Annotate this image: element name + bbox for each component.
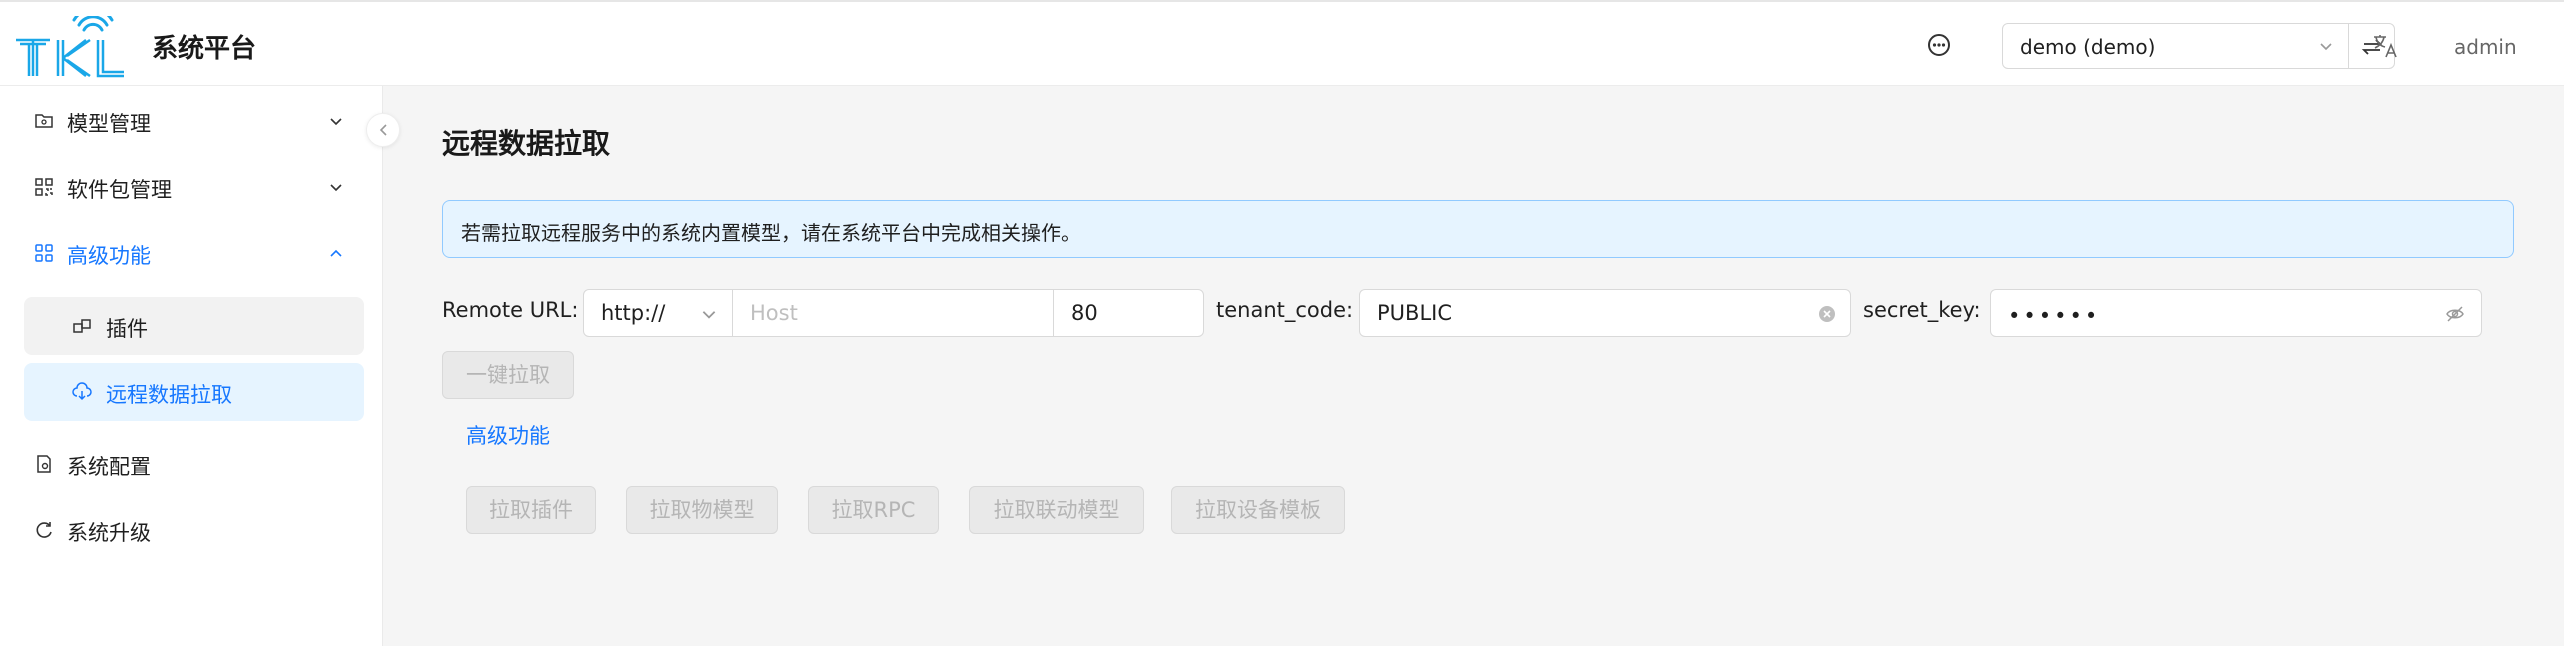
chevron-down-icon [330, 118, 342, 126]
clear-icon[interactable] [1818, 305, 1836, 323]
sidebar-subitem-remote-pull[interactable]: 远程数据拉取 [24, 363, 364, 421]
host-placeholder: Host [750, 301, 798, 325]
main-content: 远程数据拉取 若需拉取远程服务中的系统内置模型，请在系统平台中完成相关操作。 R… [384, 86, 2564, 646]
secret-key-input[interactable]: •••••• [1990, 289, 2482, 337]
grid-icon [35, 178, 53, 196]
pull-plugins-button[interactable]: 拉取插件 [466, 486, 596, 534]
alert-text: 若需拉取远程服务中的系统内置模型，请在系统平台中完成相关操作。 [461, 221, 1081, 245]
sidebar-subitem-plugin[interactable]: 插件 [24, 297, 364, 355]
sidebar-subitem-label: 远程数据拉取 [106, 383, 232, 407]
apps-icon [35, 244, 53, 262]
info-alert: 若需拉取远程服务中的系统内置模型，请在系统平台中完成相关操作。 [442, 200, 2514, 258]
chevron-down-icon [330, 184, 342, 192]
tenant-code-label: tenant_code: [1216, 298, 1354, 322]
file-settings-icon [37, 455, 51, 473]
language-icon[interactable] [2371, 32, 2397, 58]
cloud-download-icon [72, 382, 92, 401]
sidebar-item-system-config[interactable]: 系统配置 [24, 436, 364, 492]
protocol-value: http:// [601, 301, 666, 325]
sidebar-item-label: 软件包管理 [67, 178, 172, 202]
pull-linkage-models-button[interactable]: 拉取联动模型 [969, 486, 1144, 534]
sidebar-item-label: 高级功能 [67, 244, 151, 268]
sidebar: 模型管理 软件包管理 高级功能 插件 远程数据拉取 系统配置 系统升级 [0, 86, 383, 646]
sidebar-item-package-management[interactable]: 软件包管理 [24, 159, 364, 215]
tenant-code-value: PUBLIC [1377, 301, 1452, 325]
advanced-link[interactable]: 高级功能 [466, 420, 550, 450]
chevron-down-icon [2320, 43, 2332, 51]
sidebar-item-advanced[interactable]: 高级功能 [24, 225, 364, 281]
brand-logo [14, 7, 126, 78]
sidebar-subitem-label: 插件 [106, 317, 148, 341]
pull-all-button[interactable]: 一键拉取 [442, 351, 574, 399]
plugin-icon [73, 319, 91, 333]
port-input[interactable]: 80 [1053, 289, 1204, 337]
eye-invisible-icon[interactable] [2445, 305, 2465, 323]
app-title: 系统平台 [152, 34, 257, 64]
sidebar-item-label: 模型管理 [67, 112, 151, 136]
folder-icon [35, 114, 53, 128]
sidebar-item-label: 系统升级 [67, 521, 151, 545]
remote-url-label: Remote URL: [442, 298, 579, 322]
tenant-code-input[interactable]: PUBLIC [1359, 289, 1851, 337]
chevron-up-icon [330, 249, 342, 257]
secret-key-label: secret_key: [1863, 298, 1981, 322]
page-title: 远程数据拉取 [442, 127, 611, 160]
pull-thing-models-button[interactable]: 拉取物模型 [626, 486, 778, 534]
pull-rpc-button[interactable]: 拉取RPC [808, 486, 939, 534]
pull-device-templates-button[interactable]: 拉取设备模板 [1171, 486, 1345, 534]
refresh-icon [36, 522, 52, 538]
sidebar-item-system-upgrade[interactable]: 系统升级 [24, 502, 364, 558]
host-input[interactable]: Host [732, 289, 1054, 337]
secret-key-value: •••••• [2008, 304, 2101, 328]
sidebar-item-label: 系统配置 [67, 455, 151, 479]
user-name[interactable]: admin [2454, 35, 2517, 59]
chevron-down-icon [702, 311, 716, 319]
sidebar-item-model-management[interactable]: 模型管理 [24, 93, 364, 149]
port-value: 80 [1071, 301, 1098, 325]
project-select[interactable]: demo (demo) [2002, 23, 2349, 69]
message-icon[interactable] [1926, 32, 1952, 58]
project-select-value: demo (demo) [2020, 35, 2156, 59]
protocol-select[interactable]: http:// [583, 289, 733, 337]
top-header: 系统平台 demo (demo) admin [0, 0, 2564, 86]
